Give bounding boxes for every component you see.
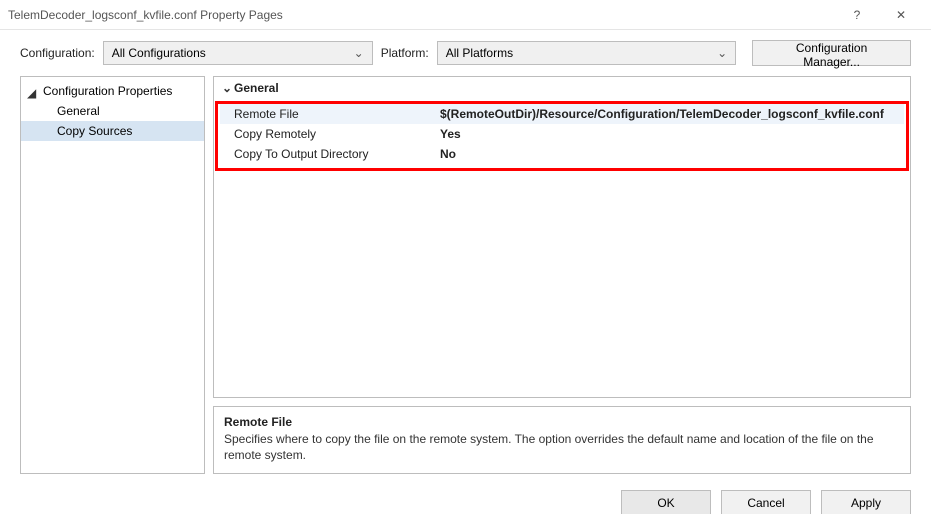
property-key: Copy Remotely [220,127,440,141]
highlight-frame: Remote File $(RemoteOutDir)/Resource/Con… [215,101,909,171]
ok-button[interactable]: OK [621,490,711,516]
titlebar: TelemDecoder_logsconf_kvfile.conf Proper… [0,0,931,30]
chevron-down-icon: ⌄ [717,46,727,60]
property-value: $(RemoteOutDir)/Resource/Configuration/T… [440,107,904,121]
tree-root-label: Configuration Properties [43,84,172,98]
triangle-down-icon: ◢ [27,86,37,96]
property-key: Remote File [220,107,440,121]
window-title: TelemDecoder_logsconf_kvfile.conf Proper… [8,8,835,22]
tree-item-copy-sources[interactable]: Copy Sources [21,121,204,141]
tree-item-label: General [57,104,100,118]
main: ◢ Configuration Properties General Copy … [0,76,931,486]
platform-label: Platform: [381,46,429,60]
apply-button[interactable]: Apply [821,490,911,516]
configuration-label: Configuration: [20,46,95,60]
tree-item-general[interactable]: General [21,101,204,121]
chevron-down-icon: ⌄ [220,81,234,95]
property-key: Copy To Output Directory [220,147,440,161]
description-body: Specifies where to copy the file on the … [224,431,900,463]
chevron-down-icon: ⌄ [354,46,364,60]
platform-value: All Platforms [446,46,513,60]
property-value: No [440,147,904,161]
property-row-remote-file[interactable]: Remote File $(RemoteOutDir)/Resource/Con… [220,104,904,124]
right-column: ⌄ General Remote File $(RemoteOutDir)/Re… [213,76,911,474]
tree-item-label: Copy Sources [57,124,132,138]
configuration-value: All Configurations [112,46,206,60]
property-row-copy-remotely[interactable]: Copy Remotely Yes [220,124,904,144]
help-icon: ? [854,8,861,22]
close-icon: ✕ [896,8,906,22]
section-header[interactable]: ⌄ General [214,77,910,99]
configuration-dropdown[interactable]: All Configurations ⌄ [103,41,373,65]
cancel-button[interactable]: Cancel [721,490,811,516]
property-grid: ⌄ General Remote File $(RemoteOutDir)/Re… [213,76,911,398]
tree-root[interactable]: ◢ Configuration Properties [21,81,204,101]
property-value: Yes [440,127,904,141]
tree: ◢ Configuration Properties General Copy … [20,76,205,474]
property-row-copy-to-output[interactable]: Copy To Output Directory No [220,144,904,164]
description-box: Remote File Specifies where to copy the … [213,406,911,474]
help-button[interactable]: ? [835,1,879,29]
platform-dropdown[interactable]: All Platforms ⌄ [437,41,736,65]
clip-mask [0,514,931,524]
section-title: General [234,81,279,95]
config-row: Configuration: All Configurations ⌄ Plat… [0,30,931,76]
configuration-manager-button[interactable]: Configuration Manager... [752,40,911,66]
description-heading: Remote File [224,415,900,429]
close-button[interactable]: ✕ [879,1,923,29]
